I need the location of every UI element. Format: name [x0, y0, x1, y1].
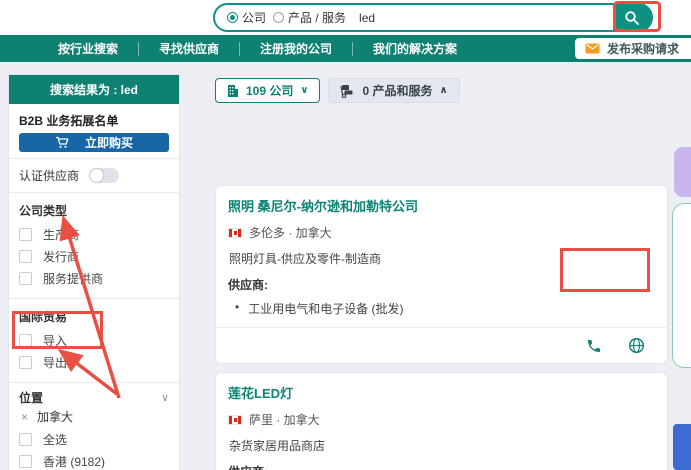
location-section: 位置 ∨ × 加拿大 全选 香港 (9182) 中国 (2206) 印度 (: [9, 383, 179, 470]
location-title: 位置: [19, 391, 44, 405]
b2b-search-results-page: 公司 产品 / 服务 按行业搜索 寻找供应商 注册我的公司 我们的解决方案: [0, 0, 691, 470]
verified-supplier-label: 认证供应商: [19, 169, 80, 183]
loc-hongkong[interactable]: 香港 (9182): [19, 453, 169, 470]
verified-supplier-toggle[interactable]: [89, 168, 120, 183]
cart-icon: [55, 136, 69, 149]
verified-supplier-row: 认证供应商: [9, 159, 179, 193]
filter-label: 发行商: [43, 250, 80, 264]
phone-button[interactable]: [586, 337, 602, 354]
search-icon: [624, 10, 640, 26]
canada-flag-icon: [228, 414, 242, 425]
side-widget-blue[interactable]: [673, 424, 691, 470]
products-count-label: 0 产品和服务: [362, 84, 433, 98]
trade-title: 国际贸易: [19, 310, 68, 324]
filter-import[interactable]: 导入: [19, 332, 169, 349]
radio-unselected-icon[interactable]: [273, 12, 285, 23]
search-results-header: 搜索结果为 : led: [9, 75, 179, 104]
checkbox[interactable]: [19, 250, 32, 263]
b2b-list-section: B2B 业务拓展名单 立即购买: [9, 104, 179, 159]
chevron-down-icon: ∨: [300, 85, 309, 96]
company-category: 杂货家居用品商店: [229, 439, 326, 453]
results-area: 109 公司 ∨ 0 产品和服务 ∧ 照明 桑尼尔-纳尔逊和加勒特公司 多伦多 …: [215, 76, 668, 470]
company-name-link[interactable]: 照明 桑尼尔-纳尔逊和加勒特公司: [228, 196, 655, 215]
result-card-2: 莲花LED灯 萨里 · 加拿大 杂货家居用品商店 供应商: • 零售贸易、家具、…: [215, 372, 668, 470]
buy-now-button[interactable]: 立即购买: [19, 133, 169, 152]
envelope-icon: [585, 43, 600, 54]
search-type-company[interactable]: 公司: [227, 9, 266, 26]
filter-label: 香港 (9182): [43, 455, 106, 469]
filter-label: 全选: [43, 433, 68, 447]
chevron-up-icon: ∧: [439, 85, 448, 96]
international-trade-section: 国际贸易 导入 导出: [9, 299, 179, 383]
filter-label: 服务提供商: [43, 272, 104, 286]
location-header[interactable]: 位置 ∨: [19, 389, 169, 406]
product-radio-label: 产品 / 服务: [288, 11, 347, 25]
search-type-product[interactable]: 产品 / 服务: [273, 9, 346, 26]
nav-our-solutions[interactable]: 我们的解决方案: [352, 41, 477, 56]
selected-location-label: 加拿大: [37, 410, 74, 424]
company-category: 照明灯具-供应及零件-制造商: [229, 252, 381, 266]
building-icon: [227, 84, 239, 98]
filter-option-distributor[interactable]: 发行商: [19, 248, 169, 265]
top-search-area: 公司 产品 / 服务: [0, 0, 691, 35]
buy-now-label: 立即购买: [84, 136, 133, 150]
checkbox[interactable]: [19, 455, 32, 468]
bullet-icon: •: [235, 300, 240, 314]
search-button[interactable]: [613, 3, 651, 32]
company-location-row: 多伦多 · 加拿大: [228, 224, 655, 241]
publish-request-button[interactable]: 发布采购请求: [574, 38, 691, 59]
companies-tab-button[interactable]: 109 公司 ∨: [215, 78, 321, 103]
search-bar: 公司 产品 / 服务: [213, 3, 653, 32]
hand-truck-icon: [340, 84, 355, 98]
globe-icon: [628, 337, 645, 354]
filter-export[interactable]: 导出: [19, 354, 169, 371]
supply-text: 工业用电气和电子设备 (批发): [248, 302, 404, 316]
phone-icon: [586, 338, 602, 354]
company-location: 多伦多 · 加拿大: [249, 226, 332, 240]
remove-filter-icon[interactable]: ×: [21, 410, 28, 424]
filter-option-service-provider[interactable]: 服务提供商: [19, 270, 169, 287]
nav-search-by-industry[interactable]: 按行业搜索: [38, 42, 138, 56]
company-radio-label: 公司: [242, 11, 267, 25]
results-toolbar: 109 公司 ∨ 0 产品和服务 ∧: [215, 78, 668, 103]
filter-label: 导出: [43, 356, 68, 370]
search-input[interactable]: [359, 10, 606, 25]
supply-item: • 工业用电气和电子设备 (批发): [228, 300, 655, 317]
company-name-link[interactable]: 莲花LED灯: [228, 383, 655, 402]
side-widget-panel[interactable]: [672, 203, 691, 368]
products-tab-button[interactable]: 0 产品和服务 ∧: [328, 78, 460, 103]
checkbox[interactable]: [19, 356, 32, 369]
companies-count-label: 109 公司: [246, 84, 294, 98]
canada-flag-icon: [228, 227, 242, 238]
filter-label: 生产商: [43, 228, 80, 242]
main-nav: 按行业搜索 寻找供应商 注册我的公司 我们的解决方案 发布采购请求: [0, 35, 691, 62]
radio-selected-icon[interactable]: [227, 12, 238, 23]
website-button[interactable]: [628, 337, 645, 354]
nav-register-my-company[interactable]: 注册我的公司: [239, 41, 352, 56]
company-location-row: 萨里 · 加拿大: [228, 411, 655, 428]
company-location: 萨里 · 加拿大: [249, 413, 320, 427]
filter-label: 导入: [43, 334, 68, 348]
publish-request-label: 发布采购请求: [606, 42, 679, 56]
filter-option-producer[interactable]: 生产商: [19, 226, 169, 243]
chevron-down-icon[interactable]: ∨: [161, 391, 169, 404]
result-card-1: 照明 桑尼尔-纳尔逊和加勒特公司 多伦多 · 加拿大 照明灯具-供应及零件-制造…: [215, 185, 668, 364]
company-type-title: 公司类型: [19, 204, 68, 218]
checkbox[interactable]: [19, 334, 32, 347]
contact-actions: [216, 327, 667, 363]
checkbox[interactable]: [19, 433, 32, 446]
supplier-label: 供应商:: [228, 463, 655, 470]
checkbox[interactable]: [19, 228, 32, 241]
loc-select-all[interactable]: 全选: [19, 431, 169, 448]
nav-find-suppliers[interactable]: 寻找供应商: [138, 41, 239, 56]
result-cards: 照明 桑尼尔-纳尔逊和加勒特公司 多伦多 · 加拿大 照明灯具-供应及零件-制造…: [215, 185, 668, 470]
side-widget-purple[interactable]: [674, 147, 691, 197]
company-type-section: 公司类型 生产商 发行商 服务提供商: [9, 193, 179, 299]
b2b-list-label: B2B 业务拓展名单: [19, 114, 119, 128]
checkbox[interactable]: [19, 272, 32, 285]
selected-location-canada: × 加拿大: [21, 408, 169, 425]
supplier-label: 供应商:: [228, 278, 268, 292]
filter-sidebar: 搜索结果为 : led B2B 业务拓展名单 立即购买 认证供应商 公司类型 生…: [8, 74, 180, 470]
